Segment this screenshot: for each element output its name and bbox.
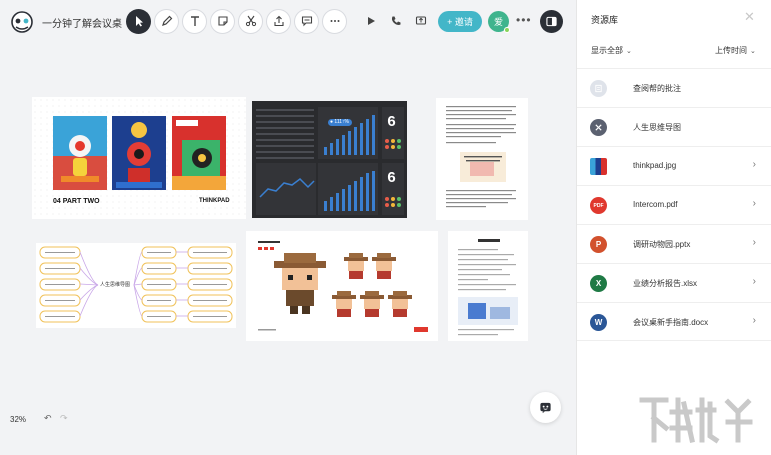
filter-label: 显示全部 <box>591 46 623 55</box>
share-screen-icon[interactable] <box>410 9 432 34</box>
resource-name: 查阅帮的批注 <box>633 84 681 93</box>
invite-button[interactable]: + 邀请 <box>438 11 482 32</box>
resource-item-docx[interactable]: W 会议桌新手指南.docx › <box>577 302 771 341</box>
avatar-initial: 爱 <box>493 17 503 27</box>
cowboy-characters-image <box>246 231 438 341</box>
image-icon <box>590 158 607 175</box>
chat-bot-button[interactable] <box>530 392 561 423</box>
docx-page-card[interactable] <box>448 231 528 341</box>
dashboard-report-card[interactable]: 6 6 ● 111↑% <box>252 101 407 218</box>
resource-item-thinkpad[interactable]: thinkpad.jpg › <box>577 146 771 185</box>
mindmap-center-node: 人生思维导图 <box>100 282 131 288</box>
pen-icon[interactable] <box>154 8 179 34</box>
app-logo[interactable] <box>10 11 34 33</box>
resource-item-pptx[interactable]: P 调研动物园.pptx › <box>577 224 771 263</box>
chevron-down-icon: ⌄ <box>750 47 756 55</box>
panel-title: 资源库 <box>591 15 619 25</box>
mindmap-icon <box>590 119 607 136</box>
more-options-button[interactable]: ••• <box>516 13 532 27</box>
kpi-badge: ● 111↑% <box>330 119 349 125</box>
undo-icon[interactable]: ↶ <box>44 413 52 424</box>
sticky-note-icon[interactable] <box>210 8 235 34</box>
pdf-icon: PDF <box>590 197 607 214</box>
docx-page-image <box>448 231 528 341</box>
resource-panel-toggle-icon[interactable] <box>540 10 563 33</box>
resource-item-annotations[interactable]: 查阅帮的批注 <box>577 68 771 107</box>
resource-item-xlsx[interactable]: X 业绩分析报告.xlsx › <box>577 263 771 302</box>
chat-bot-icon <box>540 402 551 414</box>
thinkpad-image-card[interactable]: 04 PART TWO THINKPAD <box>32 97 246 219</box>
poster-label-left: 04 PART TWO <box>53 198 100 205</box>
avatar[interactable]: 爱 <box>488 11 510 33</box>
document-title[interactable]: 一分钟了解会议桌 <box>42 15 122 30</box>
poster-3-image <box>172 116 226 190</box>
resource-library-panel: 资源库 ✕ 显示全部 ⌄ 上传时间 ⌄ 查阅帮的批注 人生思维导图 thinkp… <box>576 0 771 455</box>
filter-dropdown[interactable]: 显示全部 ⌄ <box>591 45 632 56</box>
xlsx-icon: X <box>590 275 607 292</box>
play-icon[interactable] <box>360 9 382 34</box>
chevron-down-icon: ⌄ <box>626 47 632 55</box>
text-icon[interactable] <box>182 8 207 34</box>
mindmap-card[interactable]: 人生思维导图 <box>36 243 236 328</box>
resource-item-mindmap[interactable]: 人生思维导图 <box>577 107 771 146</box>
resource-name: 会议桌新手指南.docx <box>633 318 709 327</box>
kpi-number-bottom: 6 <box>387 170 397 187</box>
comment-icon[interactable] <box>294 8 319 34</box>
pptx-slide-card[interactable] <box>246 231 438 341</box>
poster-label-right: THINKPAD <box>199 198 230 204</box>
sort-dropdown[interactable]: 上传时间 ⌄ <box>715 45 756 56</box>
poster-2-image <box>112 116 166 190</box>
chevron-right-icon[interactable]: › <box>753 237 756 248</box>
resource-name: thinkpad.jpg <box>633 161 677 170</box>
pptx-icon: P <box>590 236 607 253</box>
chevron-right-icon[interactable]: › <box>753 276 756 287</box>
resource-name: 调研动物园.pptx <box>633 240 691 249</box>
toolbar <box>126 8 435 34</box>
intercom-pdf-card[interactable] <box>436 98 528 220</box>
close-icon[interactable]: ✕ <box>744 9 755 25</box>
chevron-right-icon[interactable]: › <box>753 315 756 326</box>
resource-name: 业绩分析报告.xlsx <box>633 279 697 288</box>
chevron-right-icon[interactable]: › <box>753 198 756 209</box>
kpi-number-top: 6 <box>387 114 397 131</box>
zoom-level[interactable]: 32% <box>10 415 26 424</box>
annotation-icon <box>590 80 607 97</box>
more-icon[interactable] <box>322 8 347 34</box>
mindmap-image <box>36 243 236 328</box>
redo-icon[interactable]: ↷ <box>60 413 68 424</box>
resource-name: Intercom.pdf <box>633 200 678 209</box>
docx-icon: W <box>590 314 607 331</box>
online-status-dot <box>504 27 510 33</box>
pdf-page-image <box>436 98 528 220</box>
resource-list: 查阅帮的批注 人生思维导图 thinkpad.jpg › PDF Interco… <box>577 68 771 341</box>
poster-1-image <box>53 116 107 190</box>
chevron-right-icon[interactable]: › <box>753 159 756 170</box>
upload-icon[interactable] <box>266 8 291 34</box>
resource-item-intercom[interactable]: PDF Intercom.pdf › <box>577 185 771 224</box>
watermark-logo <box>639 397 753 444</box>
sort-label: 上传时间 <box>715 46 747 55</box>
resource-name: 人生思维导图 <box>633 123 681 132</box>
phone-icon[interactable] <box>385 9 407 34</box>
cut-icon[interactable] <box>238 8 263 34</box>
select-icon[interactable] <box>126 8 151 34</box>
